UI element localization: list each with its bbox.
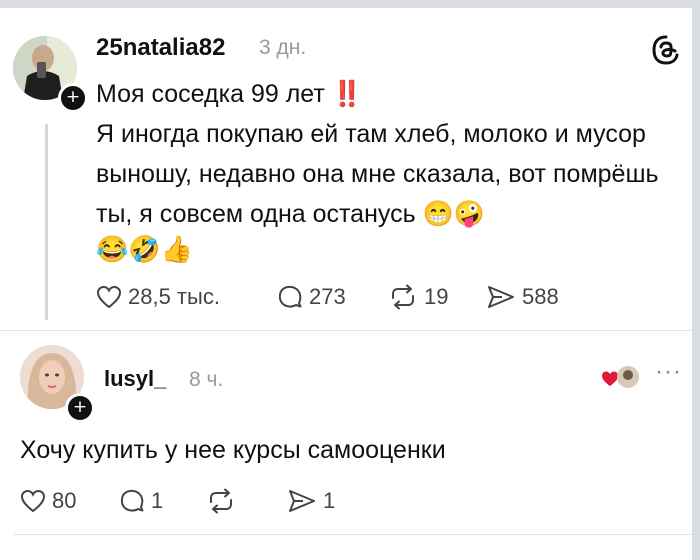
send-icon <box>488 286 514 308</box>
reply-share-count: 1 <box>323 488 336 513</box>
reply-like-count: 80 <box>52 488 77 513</box>
reply-like-button[interactable]: 80 <box>20 488 76 514</box>
post-title-line: Моя соседка 99 лет ‼️ <box>96 80 363 109</box>
reply-comment-count: 1 <box>151 488 164 513</box>
post-time: 3 дн. <box>259 36 307 59</box>
reply-username[interactable]: lusyl_ <box>104 366 166 392</box>
tail-emojis: 😂🤣👍 <box>96 234 194 264</box>
heart-icon <box>20 489 46 513</box>
post-body-text: Я иногда покупаю ей там хлеб, молоко и м… <box>96 120 659 228</box>
frame-right <box>692 0 700 560</box>
heart-icon <box>96 285 122 309</box>
repost-count: 19 <box>424 284 449 309</box>
like-button[interactable]: 28,5 тыс. <box>96 284 220 310</box>
reaction-badge <box>600 364 640 397</box>
comment-count: 273 <box>309 284 346 309</box>
reply-share-button[interactable]: 1 <box>287 488 335 514</box>
thread-line <box>45 124 48 320</box>
post-username[interactable]: 25natalia82 <box>96 34 225 62</box>
repost-icon <box>392 284 414 310</box>
like-count: 28,5 тыс. <box>128 284 220 309</box>
threads-screenshot: + 25natalia82 3 дн. Моя соседка 99 лет ‼… <box>0 0 700 560</box>
post-body: Я иногда покупаю ей там хлеб, молоко и м… <box>96 114 686 234</box>
send-icon <box>289 490 315 512</box>
reply-comment-button[interactable]: 1 <box>119 488 163 514</box>
reply-time: 8 ч. <box>189 368 224 391</box>
share-button[interactable]: 588 <box>486 284 559 310</box>
divider <box>0 330 692 331</box>
post-title-text: Моя соседка 99 лет <box>96 80 325 108</box>
speech-bubble-icon <box>120 489 144 512</box>
double-exclamation-emoji: ‼️ <box>331 80 363 108</box>
more-options-button[interactable]: ··· <box>655 358 682 386</box>
repost-button[interactable]: 19 <box>388 284 448 310</box>
follow-plus-icon[interactable]: + <box>58 83 88 113</box>
frame-top <box>0 0 700 8</box>
reply-text: Хочу купить у нее курсы самооценки <box>20 436 446 464</box>
share-count: 588 <box>522 284 559 309</box>
speech-bubble-icon <box>278 285 302 308</box>
threads-logo-icon[interactable] <box>650 34 682 66</box>
heart-icon <box>602 366 639 388</box>
inline-emojis: 😁🤪 <box>422 200 485 228</box>
follow-plus-icon[interactable]: + <box>65 393 95 423</box>
comment-button[interactable]: 273 <box>277 284 346 310</box>
divider <box>14 534 692 535</box>
repost-icon <box>210 488 232 514</box>
reply-repost-button[interactable] <box>206 488 242 514</box>
